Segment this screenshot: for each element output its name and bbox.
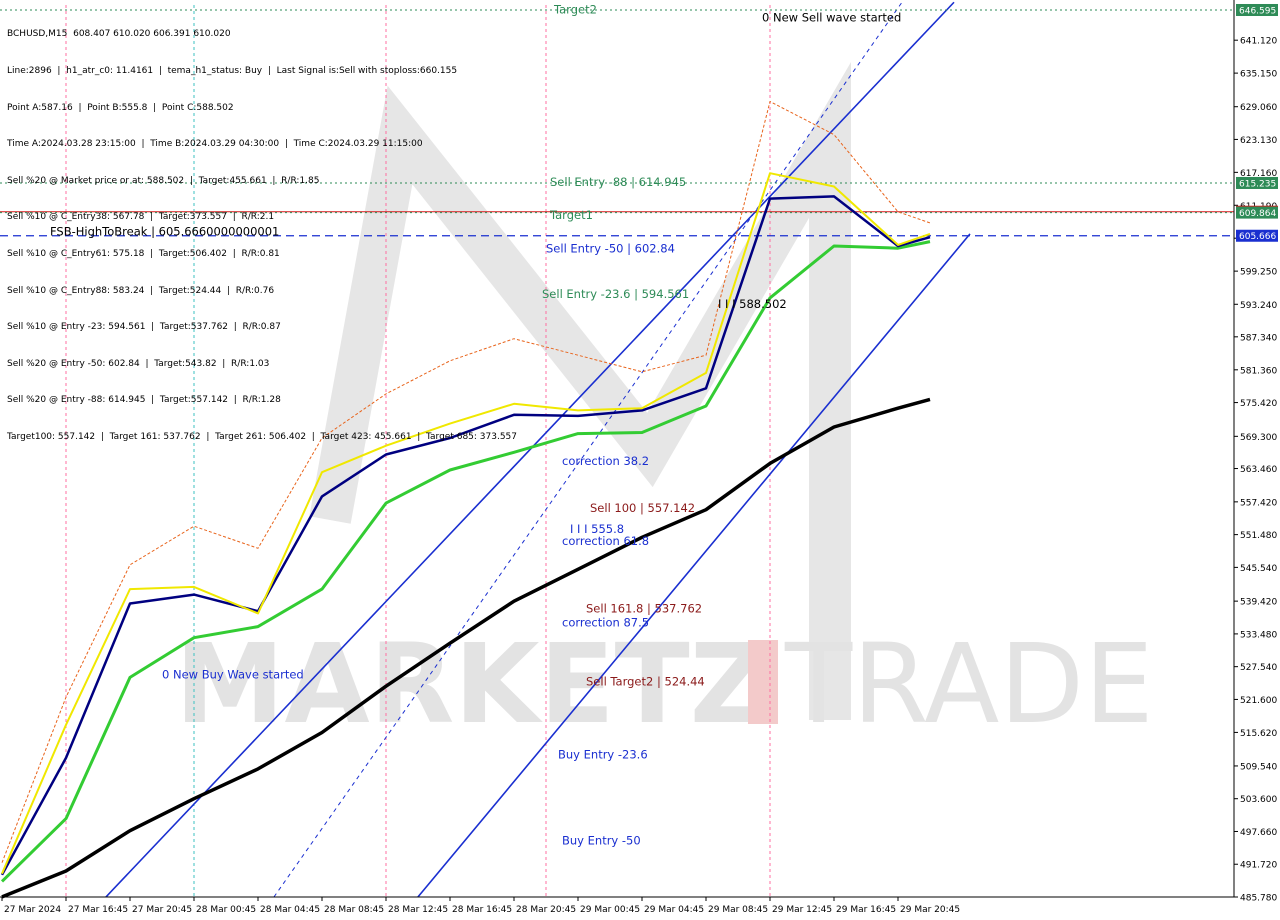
- time-tick-label: 29 Mar 08:45: [708, 905, 768, 915]
- time-tick-label: 28 Mar 16:45: [452, 905, 512, 915]
- time-tick-label: 28 Mar 12:45: [388, 905, 448, 915]
- price-tick-label: 485.780: [1240, 894, 1277, 904]
- info-line: Line:2896 | h1_atr_c0: 11.4161 | tema_h1…: [7, 66, 458, 76]
- price-tick-label: 641.120: [1240, 37, 1277, 47]
- price-flag-label: 605.666: [1239, 232, 1276, 242]
- info-line: Time A:2024.03.28 23:15:00 | Time B:2024…: [7, 139, 423, 150]
- price-tick-label: 509.540: [1240, 762, 1277, 772]
- price-tick-label: 539.420: [1240, 598, 1277, 608]
- price-tick-label: 623.130: [1240, 136, 1277, 146]
- price-tick-label: 497.660: [1240, 828, 1277, 838]
- price-tick-label: 533.480: [1240, 630, 1277, 640]
- info-line: Sell %20 @ Market price or at: 588.502 |…: [7, 175, 320, 186]
- chart-window: MARKETZ TRADE Target2 0 New Sell wave sta…: [0, 0, 1280, 920]
- time-tick-label: 27 Mar 16:45: [68, 905, 128, 915]
- watermark-right-text: TRADE: [784, 620, 1154, 748]
- time-tick-label: 29 Mar 16:45: [836, 905, 896, 915]
- chart-annotation: Sell 161.8 | 537.762: [586, 601, 702, 615]
- info-line: Sell %20 @ Entry -88: 614.945 | Target:5…: [7, 395, 281, 406]
- chart-annotation: Sell Target2 | 524.44: [586, 675, 705, 689]
- time-tick-label: 28 Mar 08:45: [324, 905, 384, 915]
- chart-annotation: correction 87.5: [562, 616, 649, 630]
- price-tick-label: 593.240: [1240, 301, 1277, 311]
- chart-annotation: 0 New Sell wave started: [762, 11, 901, 25]
- price-tick-label: 491.720: [1240, 861, 1277, 871]
- time-tick-label: 27 Mar 20:45: [132, 905, 192, 915]
- time-tick-label: 29 Mar 00:45: [580, 905, 640, 915]
- info-panel: BCHUSD,M15 608.407 610.020 606.391 610.0…: [7, 4, 517, 468]
- chart-annotation: I I I 588.502: [718, 297, 787, 311]
- info-line: BCHUSD,M15 608.407 610.020 606.391 610.0…: [7, 29, 231, 40]
- price-tick-label: 581.360: [1240, 366, 1277, 376]
- price-tick-label: 635.150: [1240, 70, 1277, 80]
- info-line: Sell %20 @ Entry -50: 602.84 | Target:54…: [7, 358, 270, 369]
- info-line: Sell %10 @ C_Entry38: 567.78 | Target:37…: [7, 212, 275, 223]
- price-tick-label: 629.060: [1240, 103, 1277, 113]
- info-line: Target100: 557.142 | Target 161: 537.762…: [7, 431, 518, 442]
- chart-annotation: Target1: [549, 208, 593, 222]
- time-tick-label: 27 Mar 2024: [4, 905, 61, 915]
- price-tick-label: 557.420: [1240, 498, 1277, 508]
- price-tick-label: 569.300: [1240, 433, 1277, 443]
- price-tick-label: 599.250: [1240, 268, 1277, 278]
- chart-annotation: Sell Entry -23.6 | 594.561: [542, 287, 689, 301]
- time-tick-label: 29 Mar 20:45: [900, 905, 960, 915]
- time-tick-label: 28 Mar 20:45: [516, 905, 576, 915]
- time-tick-label: 29 Mar 12:45: [772, 905, 832, 915]
- info-line: Sell %10 @ C_Entry88: 583.24 | Target:52…: [7, 285, 275, 296]
- price-tick-label: 515.620: [1240, 729, 1277, 739]
- price-flag-label: 615.235: [1239, 179, 1276, 189]
- price-tick-label: 527.540: [1240, 663, 1277, 673]
- chart-annotation: Sell Entry -88 | 614.945: [550, 175, 686, 189]
- chart-annotation: Sell 100 | 557.142: [590, 501, 695, 515]
- price-tick-label: 521.600: [1240, 696, 1277, 706]
- price-flag-label: 609.864: [1239, 209, 1276, 219]
- chart-annotation: Target2: [553, 2, 597, 16]
- price-tick-label: 545.540: [1240, 564, 1277, 574]
- chart-annotation: Sell Entry -50 | 602.84: [546, 242, 675, 256]
- price-tick-label: 563.460: [1240, 465, 1277, 475]
- watermark-divider: [748, 640, 778, 724]
- time-tick-label: 29 Mar 04:45: [644, 905, 704, 915]
- info-line: Point A:587.16 | Point B:555.8 | Point C…: [7, 102, 234, 113]
- chart-annotation: Buy Entry -23.6: [558, 747, 648, 761]
- price-flag-label: 646.595: [1239, 6, 1276, 16]
- chart-annotation: correction 38.2: [562, 454, 649, 468]
- chart-annotation: correction 61.8: [562, 534, 649, 548]
- price-tick-label: 551.480: [1240, 531, 1277, 541]
- time-tick-label: 28 Mar 00:45: [196, 905, 256, 915]
- info-line: Sell %10 @ Entry -23: 594.561 | Target:5…: [7, 322, 281, 333]
- chart-annotation: Buy Entry -50: [562, 833, 641, 847]
- time-tick-label: 28 Mar 04:45: [260, 905, 320, 915]
- chart-annotation: 0 New Buy Wave started: [162, 667, 304, 681]
- price-tick-label: 587.340: [1240, 333, 1277, 343]
- price-tick-label: 503.600: [1240, 795, 1277, 805]
- price-tick-label: 575.420: [1240, 399, 1277, 409]
- info-line: Sell %10 @ C_Entry61: 575.18 | Target:50…: [7, 248, 280, 259]
